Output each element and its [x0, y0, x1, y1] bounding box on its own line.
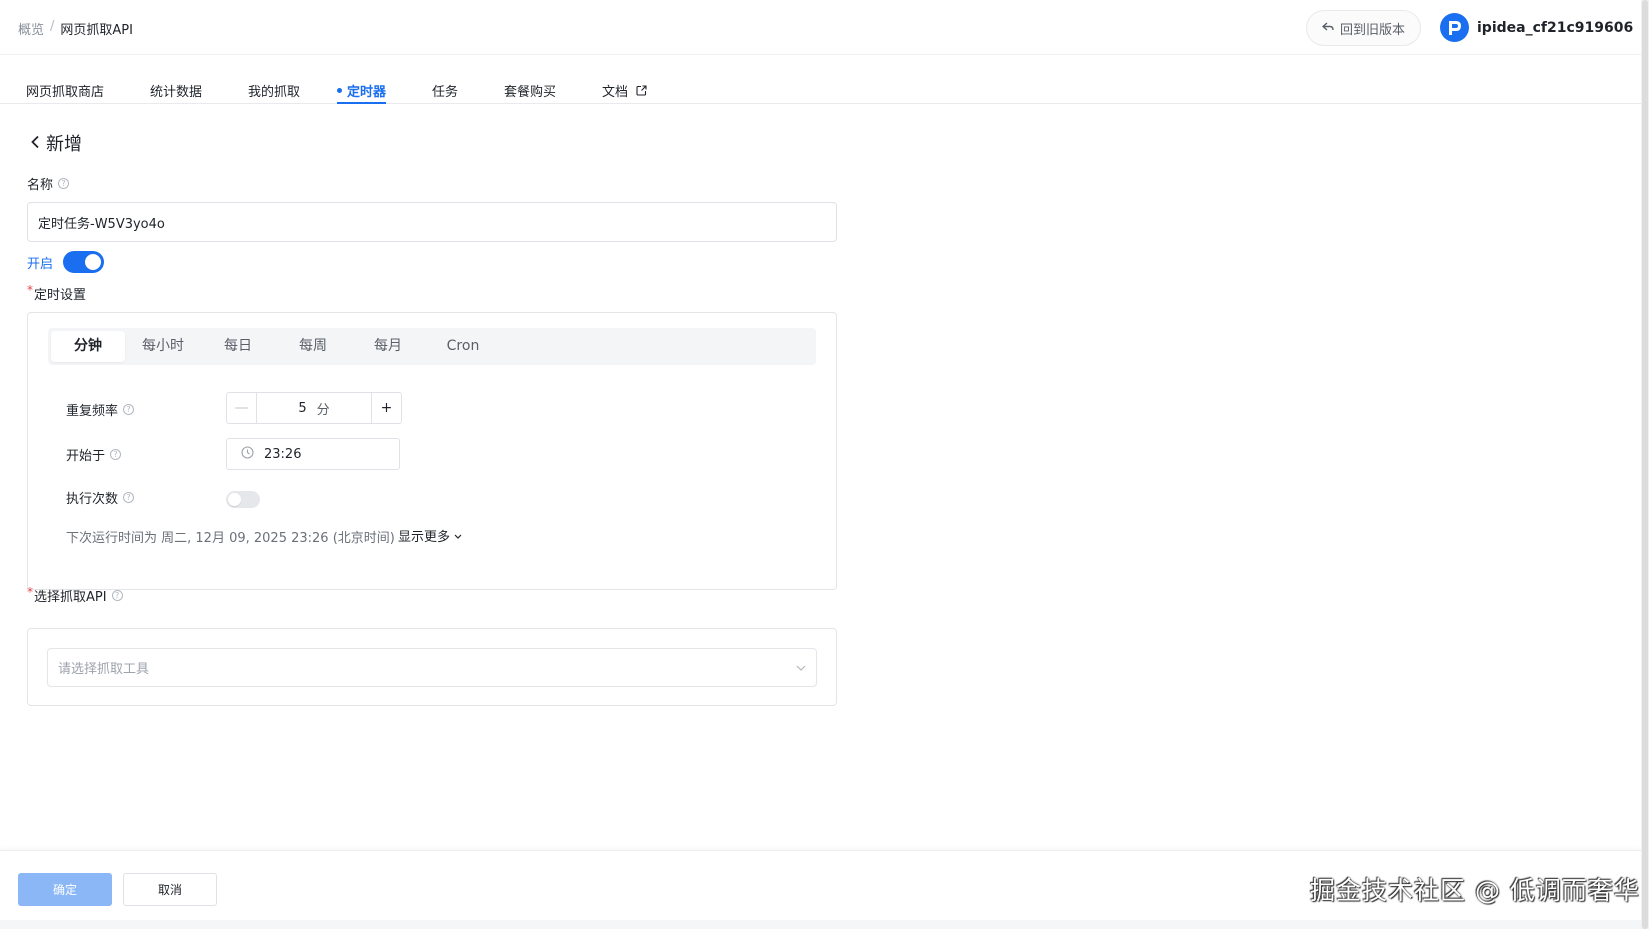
main-tabs: 网页抓取商店 统计数据 我的抓取 定时器 任务 套餐购买 文档	[0, 55, 1641, 104]
repeat-input[interactable]: 5 分	[257, 393, 371, 423]
tab-docs[interactable]: 文档	[602, 81, 647, 104]
chevron-down-icon	[796, 660, 806, 675]
schedule-tab-minute[interactable]: 分钟	[51, 331, 125, 362]
active-dot	[337, 88, 342, 93]
tab-plan-purchase[interactable]: 套餐购买	[504, 81, 556, 104]
repeat-value: 5	[298, 400, 307, 416]
repeat-label: 重复频率 ?	[66, 400, 135, 419]
increment-button[interactable]: +	[371, 393, 401, 423]
help-icon[interactable]: ?	[58, 178, 70, 189]
toggle-knob	[228, 493, 241, 506]
help-icon[interactable]: ?	[123, 492, 135, 503]
start-time-value: 23:26	[264, 446, 302, 462]
user-menu[interactable]: ipidea_cf21c919606	[1440, 13, 1649, 42]
old-version-button[interactable]: 回到旧版本	[1306, 10, 1421, 46]
app: 概览 / 网页抓取API 回到旧版本 ipidea_cf21c919606 网页…	[0, 0, 1649, 929]
chevron-down-icon	[454, 528, 462, 543]
count-label-text: 执行次数	[66, 492, 119, 507]
tab-my-scrapes[interactable]: 我的抓取	[248, 81, 300, 104]
footer-bar: 确定 取消 掘金技术社区 @ 低调而奢华	[0, 850, 1641, 929]
help-icon[interactable]: ?	[123, 404, 135, 415]
brand-logo-icon	[1440, 13, 1469, 42]
decrement-button[interactable]: —	[227, 393, 257, 423]
top-bar: 概览 / 网页抓取API 回到旧版本 ipidea_cf21c919606	[0, 0, 1649, 55]
show-more-button[interactable]: 显示更多	[398, 526, 462, 545]
schedule-tab-cron[interactable]: Cron	[426, 331, 500, 362]
api-label-text: 选择抓取API	[34, 590, 107, 605]
old-version-label: 回到旧版本	[1339, 22, 1405, 38]
tab-scraper-store[interactable]: 网页抓取商店	[26, 81, 104, 104]
help-icon[interactable]: ?	[111, 590, 123, 601]
breadcrumb: 概览 / 网页抓取API	[18, 19, 133, 38]
name-field-value: 定时任务-W5V3yo4o	[38, 216, 165, 232]
bottom-strip	[0, 920, 1641, 929]
cancel-button[interactable]: 取消	[123, 873, 217, 906]
toggle-knob	[85, 254, 101, 270]
schedule-tab-daily[interactable]: 每日	[201, 331, 275, 362]
watermark: 掘金技术社区 @ 低调而奢华	[1310, 876, 1640, 905]
api-label: * 选择抓取API ?	[27, 584, 123, 605]
schedule-tab-monthly[interactable]: 每月	[351, 331, 425, 362]
api-select-placeholder: 请选择抓取工具	[58, 662, 150, 677]
tab-tasks[interactable]: 任务	[432, 81, 458, 104]
name-label: 名称 ?	[27, 174, 70, 193]
required-mark: *	[27, 282, 33, 297]
start-label: 开始于 ?	[66, 445, 122, 464]
count-label: 执行次数 ?	[66, 488, 135, 507]
required-mark: *	[27, 584, 33, 599]
breadcrumb-separator: /	[50, 19, 55, 34]
breadcrumb-current: 网页抓取API	[60, 23, 133, 38]
page-title: 新增	[30, 130, 82, 156]
api-panel: 请选择抓取工具	[27, 628, 837, 706]
next-run-text: 下次运行时间为 周二, 12月 09, 2025 23:26 (北京时间)	[66, 531, 395, 546]
repeat-unit: 分	[316, 402, 330, 418]
name-field[interactable]: 定时任务-W5V3yo4o	[27, 202, 837, 242]
show-more-label: 显示更多	[398, 530, 451, 545]
enable-toggle[interactable]	[63, 251, 104, 273]
api-select[interactable]: 请选择抓取工具	[47, 648, 817, 687]
repeat-stepper: — 5 分 +	[226, 392, 402, 424]
page-title-text: 新增	[46, 134, 82, 155]
start-time-picker[interactable]: 23:26	[226, 438, 400, 470]
repeat-label-text: 重复频率	[66, 404, 119, 419]
schedule-type-tabs: 分钟 每小时 每日 每周 每月 Cron	[48, 328, 816, 365]
external-link-icon	[636, 85, 647, 100]
tab-timer[interactable]: 定时器	[337, 81, 387, 104]
clock-icon	[241, 445, 254, 463]
schedule-label: * 定时设置	[27, 282, 87, 304]
back-arrow-icon[interactable]	[30, 133, 40, 154]
start-label-text: 开始于	[66, 449, 106, 464]
schedule-tab-hourly[interactable]: 每小时	[126, 331, 200, 362]
breadcrumb-home[interactable]: 概览	[18, 19, 44, 38]
enable-label: 开启	[27, 257, 54, 272]
schedule-panel: 分钟 每小时 每日 每周 每月 Cron 重复频率 ? — 5 分 + 开始于 …	[27, 312, 837, 590]
count-toggle[interactable]	[226, 491, 260, 508]
return-arrow-icon	[1321, 21, 1334, 36]
help-icon[interactable]: ?	[110, 449, 122, 460]
schedule-tab-weekly[interactable]: 每周	[276, 331, 350, 362]
name-label-text: 名称	[27, 178, 54, 193]
confirm-button[interactable]: 确定	[18, 873, 112, 906]
tab-statistics[interactable]: 统计数据	[150, 81, 202, 104]
scrollbar-thumb[interactable]	[1642, 0, 1648, 929]
username: ipidea_cf21c919606	[1477, 19, 1634, 36]
schedule-label-text: 定时设置	[34, 288, 87, 303]
